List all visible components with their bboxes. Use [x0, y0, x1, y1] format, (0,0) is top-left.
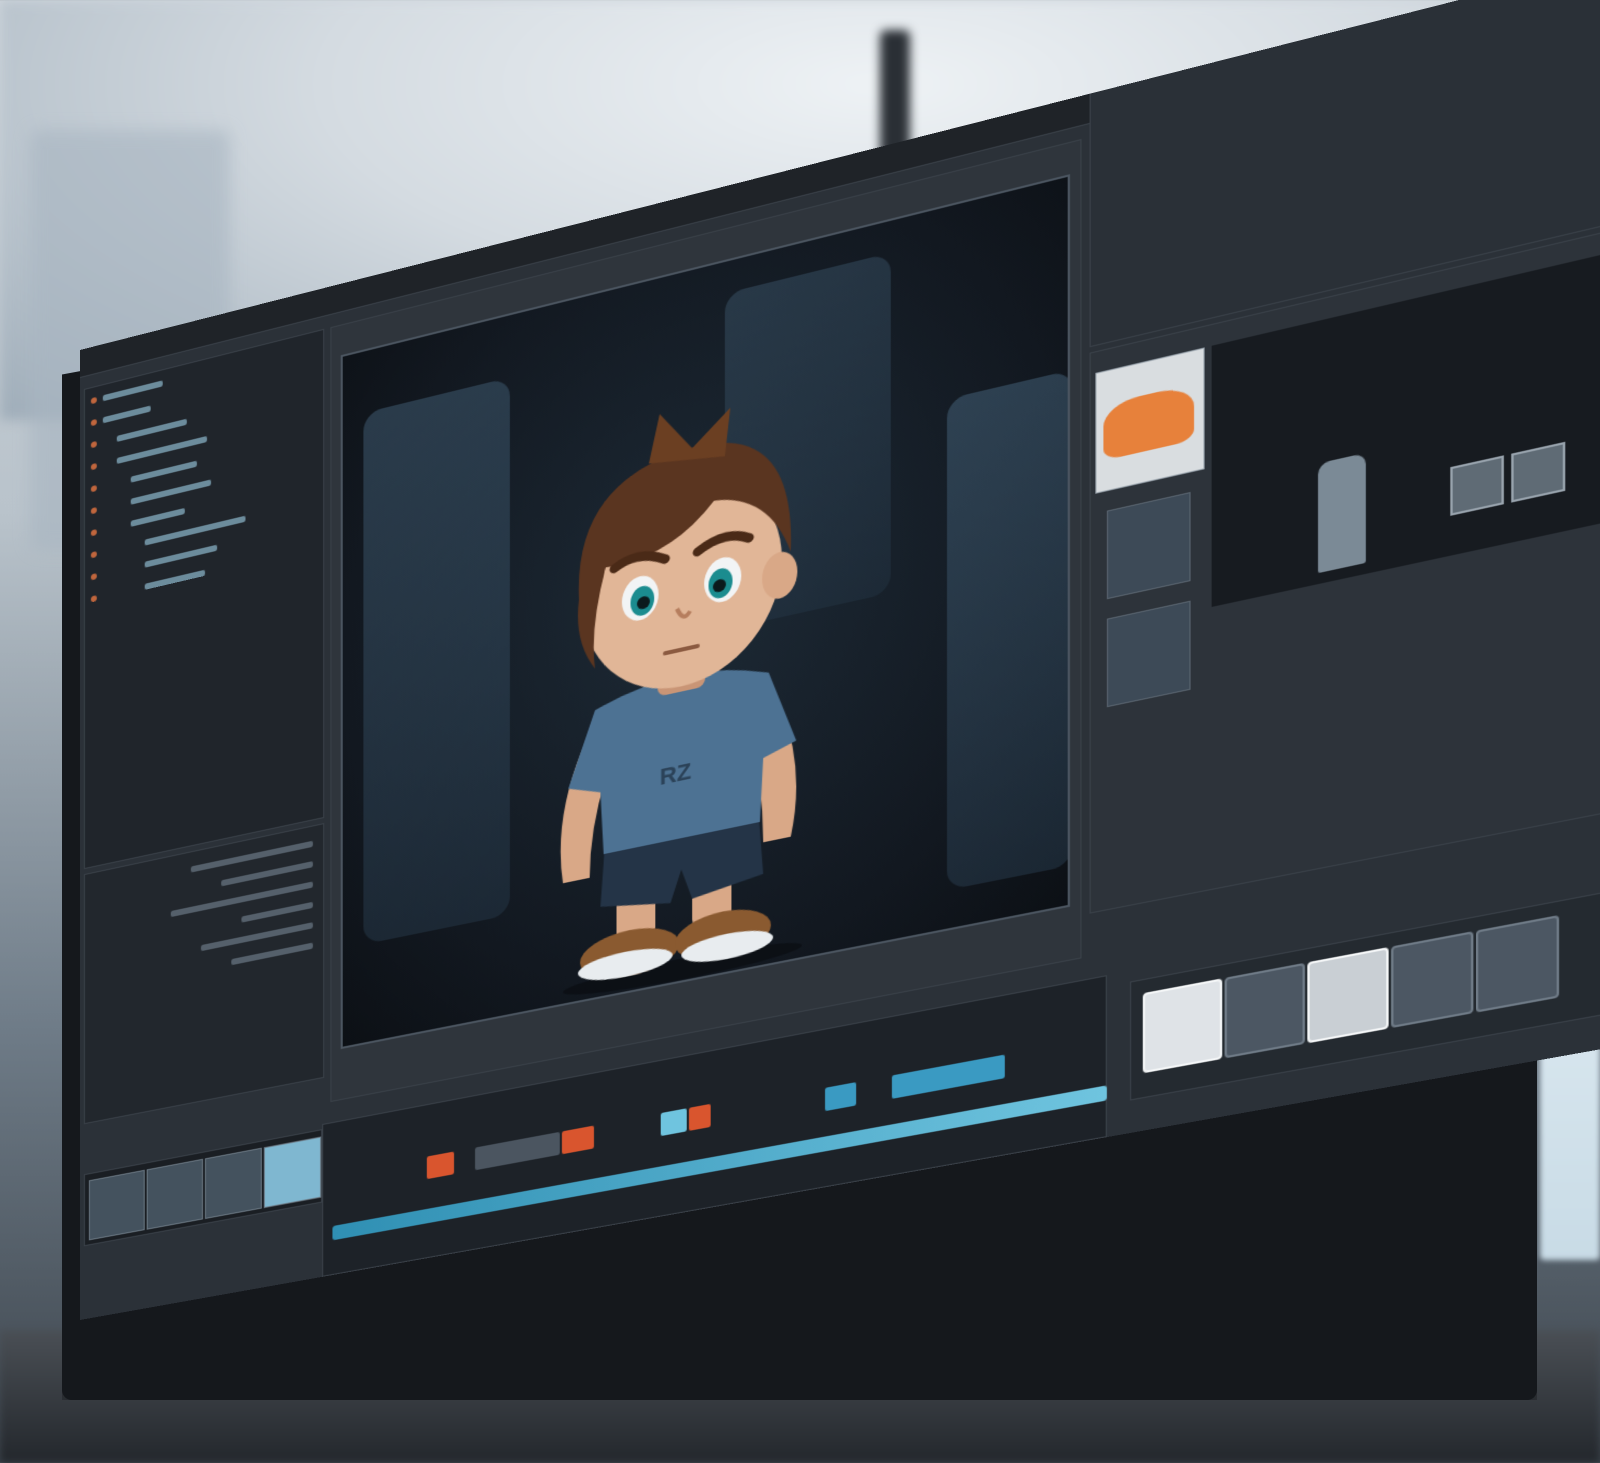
timeline-clip[interactable] [825, 1082, 856, 1111]
preview-object [1511, 442, 1565, 503]
material-thumbnail[interactable] [1095, 347, 1204, 493]
select-icon[interactable] [1143, 978, 1222, 1073]
timeline-clip[interactable] [475, 1132, 560, 1170]
timeline-clip[interactable] [661, 1108, 687, 1136]
scene-outliner[interactable] [84, 329, 324, 869]
film-frame[interactable] [264, 1136, 321, 1208]
outliner-dot [91, 573, 97, 580]
statue-preview [1318, 453, 1366, 573]
timeline-clip[interactable] [562, 1126, 594, 1155]
outliner-dot [91, 397, 97, 404]
cartoon-character-model[interactable]: RZ [531, 359, 846, 1014]
property-field[interactable] [241, 902, 312, 923]
outliner-row-label [103, 405, 151, 423]
paint-icon[interactable] [1476, 915, 1559, 1013]
texture-thumbnail[interactable] [1107, 492, 1191, 599]
properties-panel[interactable] [84, 823, 324, 1124]
background-rock [363, 377, 509, 944]
film-frame[interactable] [147, 1159, 203, 1230]
preview-object [1450, 455, 1504, 516]
timeline-clip[interactable] [689, 1104, 711, 1131]
timeline-clip[interactable] [427, 1152, 454, 1180]
outliner-dot [91, 441, 97, 448]
outliner-dot [91, 419, 97, 426]
outliner-dot [91, 595, 97, 602]
knife-icon[interactable] [1307, 947, 1388, 1043]
brush-icon[interactable] [1225, 963, 1305, 1059]
texture-thumbnail[interactable] [1107, 601, 1191, 708]
outliner-row-label [145, 570, 205, 590]
outliner-dot [91, 463, 97, 470]
outliner-dot [91, 485, 97, 492]
timeline-clip[interactable] [892, 1055, 1005, 1099]
property-field[interactable] [221, 861, 313, 886]
property-field[interactable] [231, 943, 313, 966]
film-frame[interactable] [205, 1148, 262, 1219]
film-frame[interactable] [89, 1170, 145, 1241]
filmstrip[interactable] [84, 1129, 322, 1246]
outliner-dot [91, 529, 97, 536]
outliner-row-label [131, 508, 185, 527]
outliner-dot [91, 507, 97, 514]
background-rock [947, 370, 1070, 890]
outliner-dot [91, 551, 97, 558]
thumbnail-shape [1103, 384, 1194, 461]
lasso-icon[interactable] [1391, 931, 1473, 1028]
